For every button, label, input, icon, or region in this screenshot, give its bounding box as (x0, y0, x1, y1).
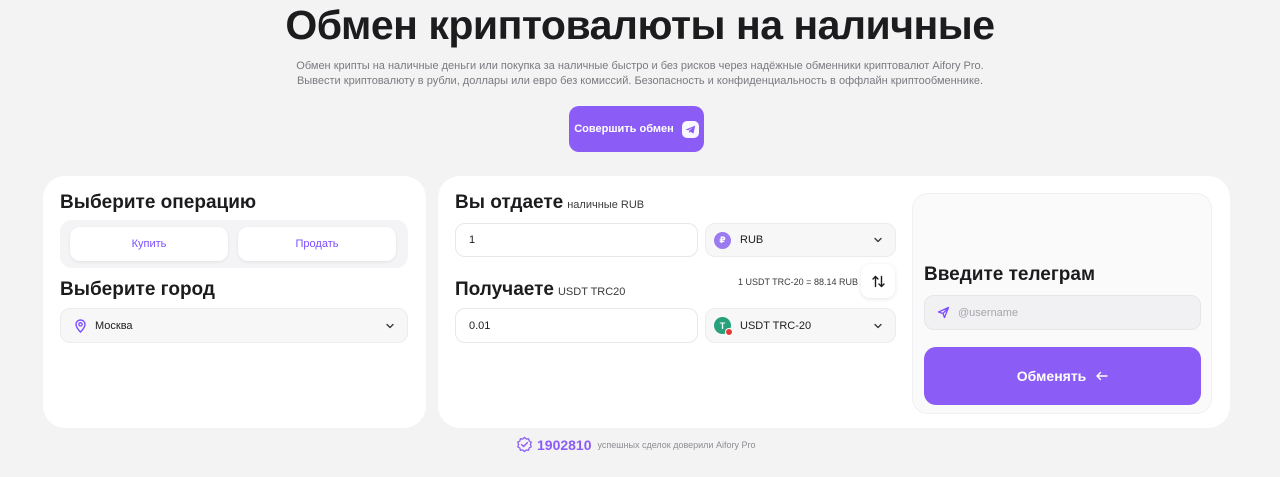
give-heading: Вы отдаете наличные RUB (455, 192, 644, 214)
deals-count: 1902810 (537, 436, 592, 453)
subtitle-line-2: Вывести криптовалюту в рубли, доллары ил… (296, 75, 984, 87)
send-icon (937, 306, 950, 319)
telegram-username-input[interactable]: @username (924, 295, 1201, 330)
sell-button[interactable]: Продать (238, 227, 396, 261)
give-amount-input[interactable]: 1 (455, 223, 698, 257)
telegram-icon (681, 120, 699, 138)
receive-subtitle: USDT TRC20 (557, 286, 626, 298)
rub-coin-icon: ₽ (714, 231, 731, 249)
operation-city-card: Выберите операцию Купить Продать Выберит… (43, 176, 426, 428)
receive-title: Получаете (455, 279, 554, 300)
telegram-title: Введите телеграм (924, 264, 1096, 285)
deals-caption: успешных сделок доверили Aifory Pro (597, 439, 756, 450)
swap-button[interactable] (861, 264, 895, 298)
exchange-rate: 1 USDT TRC-20 = 88.14 RUB (738, 277, 858, 287)
page-title: Обмен криптовалюты на наличные (285, 2, 995, 48)
exchange-submit-label: Обменять (1016, 368, 1087, 384)
arrow-left-icon (1095, 371, 1108, 381)
telegram-panel: Введите телеграм @username Обменять (912, 193, 1212, 414)
give-currency-value: RUB (740, 234, 764, 246)
exchange-submit-button[interactable]: Обменять (924, 347, 1201, 405)
telegram-placeholder: @username (958, 306, 1019, 319)
start-exchange-label: Совершить обмен (574, 123, 674, 135)
swap-arrows-icon (871, 274, 886, 289)
operation-title: Выберите операцию (60, 192, 257, 213)
trust-badge: 1902810 успешных сделок доверили Aifory … (516, 436, 755, 453)
chevron-down-icon (873, 235, 883, 245)
give-title: Вы отдаете (455, 192, 564, 213)
city-title: Выберите город (60, 279, 215, 300)
buy-button[interactable]: Купить (70, 227, 228, 261)
operation-toggle: Купить Продать (60, 220, 408, 268)
give-currency-select[interactable]: ₽ RUB (705, 223, 896, 257)
usdt-coin-icon: T (714, 317, 733, 336)
chevron-down-icon (873, 321, 883, 331)
page-subtitle: Обмен крипты на наличные деньги или поку… (0, 59, 1280, 89)
start-exchange-button[interactable]: Совершить обмен (569, 106, 704, 152)
subtitle-line-1: Обмен крипты на наличные деньги или поку… (296, 60, 984, 72)
give-subtitle: наличные RUB (567, 199, 645, 211)
city-select[interactable]: Москва (60, 308, 408, 343)
city-value: Москва (95, 319, 133, 332)
verified-badge-icon (516, 436, 533, 453)
receive-currency-select[interactable]: T USDT TRC-20 (705, 308, 896, 343)
chevron-down-icon (385, 321, 395, 331)
receive-currency-value: USDT TRC-20 (740, 319, 812, 332)
exchange-card: Вы отдаете наличные RUB 1 ₽ RUB 1 USDT T… (438, 176, 1230, 428)
receive-amount-input[interactable]: 0.01 (455, 308, 698, 343)
receive-heading: Получаете USDT TRC20 (455, 279, 625, 301)
location-pin-icon (74, 318, 87, 333)
